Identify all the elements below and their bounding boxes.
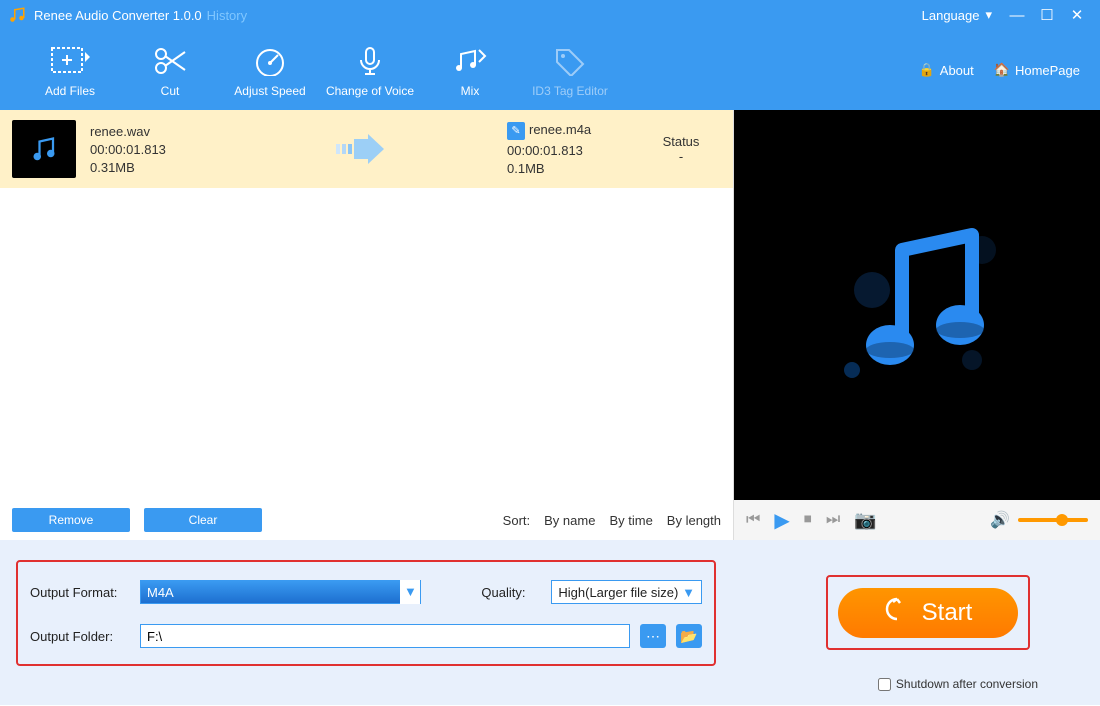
sort-by-name[interactable]: By name — [544, 513, 595, 528]
file-row[interactable]: renee.wav 00:00:01.813 0.31MB ✎renee.m4a… — [0, 110, 733, 188]
volume-icon[interactable]: 🔊 — [990, 510, 1010, 530]
cut-label: Cut — [161, 84, 180, 98]
app-title: Renee Audio Converter 1.0.0 — [34, 8, 202, 23]
browse-folder-button[interactable]: 📂 — [676, 624, 702, 648]
shutdown-checkbox-input[interactable] — [878, 678, 891, 691]
folder-icon: 📂 — [680, 628, 697, 645]
quality-label: Quality: — [481, 585, 541, 600]
maximize-button[interactable]: ☐ — [1032, 6, 1062, 24]
sort-by-length[interactable]: By length — [667, 513, 721, 528]
volume-slider[interactable] — [1018, 518, 1088, 522]
add-files-icon — [50, 43, 90, 79]
output-format-select[interactable]: M4A ▼ — [140, 580, 421, 604]
player-controls: ⏮ ▶ ⏹ ⏭ 📷 🔊 — [734, 500, 1100, 540]
change-voice-button[interactable]: Change of Voice — [320, 43, 420, 98]
scissors-icon — [153, 43, 187, 79]
close-button[interactable]: ✕ — [1062, 6, 1092, 24]
tag-icon — [553, 43, 587, 79]
dest-file-info: ✎renee.m4a 00:00:01.813 0.1MB — [507, 122, 627, 176]
prev-button[interactable]: ⏮ — [746, 511, 760, 529]
source-file-info: renee.wav 00:00:01.813 0.31MB — [90, 124, 210, 175]
clear-button[interactable]: Clear — [144, 508, 262, 532]
lock-icon: 🔒 — [919, 62, 935, 78]
shutdown-checkbox[interactable]: Shutdown after conversion — [878, 677, 1038, 691]
bottom-panel: Output Format: M4A ▼ Quality: High(Large… — [0, 540, 1100, 705]
chevron-down-icon: ▼ — [682, 585, 695, 600]
list-footer: Remove Clear Sort: By name By time By le… — [0, 500, 733, 540]
remove-button[interactable]: Remove — [12, 508, 130, 532]
cut-button[interactable]: Cut — [120, 43, 220, 98]
main-toolbar: Add Files Cut Adjust Speed Change of Voi… — [0, 30, 1100, 110]
sort-label: Sort: — [503, 513, 530, 528]
history-link[interactable]: History — [207, 8, 247, 23]
file-thumbnail — [12, 120, 76, 178]
refresh-icon — [884, 596, 910, 629]
stop-button[interactable]: ⏹ — [804, 511, 812, 529]
mix-icon — [453, 43, 487, 79]
id3-label: ID3 Tag Editor — [532, 84, 608, 98]
status-column: Status - — [641, 134, 721, 164]
id3-editor-button: ID3 Tag Editor — [520, 43, 620, 98]
sort-by-time[interactable]: By time — [609, 513, 652, 528]
start-button[interactable]: Start — [838, 588, 1018, 638]
format-badge-icon: ✎ — [507, 122, 525, 140]
add-files-label: Add Files — [45, 84, 95, 98]
gauge-icon — [253, 43, 287, 79]
more-button[interactable]: ⋯ — [640, 624, 666, 648]
quality-select[interactable]: High(Larger file size) ▼ — [551, 580, 702, 604]
output-folder-label: Output Folder: — [30, 629, 130, 644]
mix-label: Mix — [461, 84, 480, 98]
add-files-button[interactable]: Add Files — [20, 43, 120, 98]
output-settings: Output Format: M4A ▼ Quality: High(Large… — [16, 560, 716, 666]
minimize-button[interactable]: — — [1002, 7, 1032, 24]
output-format-label: Output Format: — [30, 585, 130, 600]
snapshot-button[interactable]: 📷 — [854, 510, 876, 531]
about-link[interactable]: 🔒 About — [919, 62, 974, 78]
microphone-icon — [353, 43, 387, 79]
adjust-speed-button[interactable]: Adjust Speed — [220, 43, 320, 98]
title-bar: Renee Audio Converter 1.0.0 History Lang… — [0, 0, 1100, 30]
start-box: Start — [826, 575, 1030, 650]
app-logo-icon — [8, 6, 26, 24]
change-voice-label: Change of Voice — [326, 84, 414, 98]
play-button[interactable]: ▶ — [774, 508, 789, 533]
mix-button[interactable]: Mix — [420, 43, 520, 98]
chevron-down-icon: ▼ — [400, 580, 420, 604]
file-list: renee.wav 00:00:01.813 0.31MB ✎renee.m4a… — [0, 110, 734, 540]
preview-image — [734, 110, 1100, 500]
home-icon: 🏠 — [994, 62, 1010, 78]
main-area: renee.wav 00:00:01.813 0.31MB ✎renee.m4a… — [0, 110, 1100, 540]
next-button[interactable]: ⏭ — [826, 511, 840, 529]
chevron-down-icon: ▾ — [985, 7, 992, 23]
arrow-icon — [224, 134, 493, 164]
ellipsis-icon: ⋯ — [646, 628, 660, 645]
language-selector[interactable]: Language ▾ — [922, 7, 992, 23]
preview-panel: ⏮ ▶ ⏹ ⏭ 📷 🔊 — [734, 110, 1100, 540]
adjust-speed-label: Adjust Speed — [234, 84, 305, 98]
output-folder-input[interactable] — [140, 624, 630, 648]
homepage-link[interactable]: 🏠 HomePage — [994, 62, 1080, 78]
